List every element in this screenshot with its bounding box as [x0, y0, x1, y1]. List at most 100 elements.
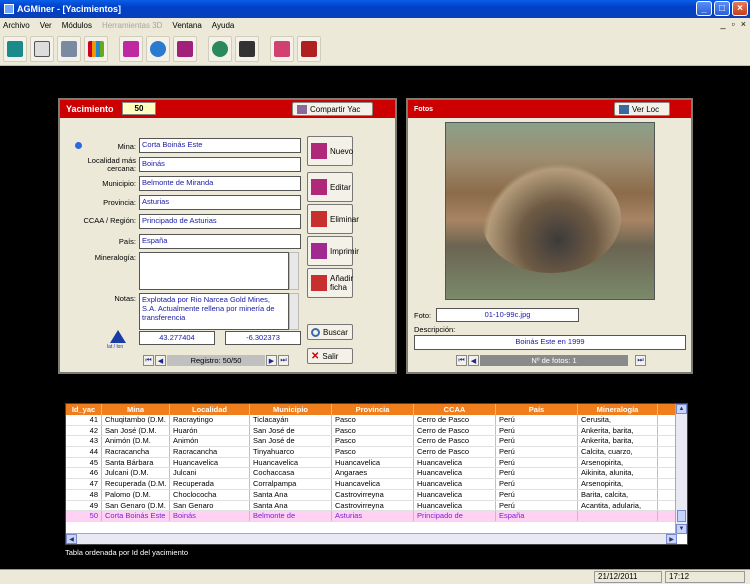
buscar-label: Buscar — [323, 327, 348, 337]
table-row[interactable]: 47 Recuperada (D.M. Recuperada Corralpampa H… — [66, 479, 687, 490]
maximize-button[interactable]: □ — [714, 1, 730, 16]
close-button[interactable]: × — [732, 1, 748, 16]
menu-modulos[interactable]: Módulos — [62, 21, 92, 30]
mineralogia-field[interactable] — [139, 252, 289, 290]
table-horizontal-scrollbar[interactable]: ◀ ▶ — [66, 533, 677, 544]
eliminar-button[interactable]: Eliminar — [307, 204, 359, 234]
bar-chart-icon[interactable] — [84, 35, 108, 62]
table-cell: Recuperada — [170, 479, 250, 489]
foto-field[interactable]: 01-10-99c.jpg — [436, 308, 579, 322]
notas-scrollbar[interactable] — [289, 293, 299, 330]
table-row[interactable]: 50 Corta Boinás Este Boinás Belmonte de Astu… — [66, 511, 687, 522]
stamp-icon[interactable] — [297, 35, 321, 62]
col-provincia[interactable]: Provincia — [332, 404, 414, 415]
table-cell: Boinás — [170, 511, 250, 521]
localidad-field[interactable]: Boinás — [139, 157, 301, 172]
table-cell: Animón — [170, 436, 250, 447]
col-mineralogia[interactable]: Mineralogía — [578, 404, 658, 415]
first-photo-button[interactable]: ⏮ — [456, 355, 467, 366]
table-cell: España — [496, 511, 578, 521]
table-cell: 49 — [66, 500, 102, 511]
table-row[interactable]: 48 Palomo (D.M. Choclococha Santa Ana Castro… — [66, 489, 687, 501]
scroll-up-icon[interactable]: ▲ — [676, 404, 687, 414]
ver-loc-button[interactable]: Ver Loc — [614, 102, 670, 116]
table-row[interactable]: 46 Julcani (D.M. Julcani Cochaccasa Angaraes… — [66, 468, 687, 480]
buscar-button[interactable]: Buscar — [307, 324, 353, 340]
binoculars-icon[interactable] — [235, 35, 259, 62]
book-new-icon — [311, 143, 327, 159]
provincia-label: Provincia: — [103, 198, 136, 207]
pais-field[interactable]: España — [139, 234, 301, 249]
table-row[interactable]: 49 San Genaro (D.M. San Genaro Santa Ana Cas… — [66, 500, 687, 512]
table-footnote: Tabla ordenada por Id del yacimiento — [65, 548, 188, 557]
cube-icon[interactable] — [30, 35, 54, 62]
table-row[interactable]: 41 Chuqitambo (D.M. Racraytingo Ticlacayán P… — [66, 415, 687, 426]
provincia-field[interactable]: Asturias — [139, 195, 301, 210]
anadir-ficha-button[interactable]: Añadir ficha — [307, 268, 353, 298]
nuevo-button[interactable]: Nuevo — [307, 136, 353, 166]
scroll-thumb[interactable] — [677, 510, 686, 522]
table-row[interactable]: 44 Racracancha Racracancha Tinyahuarco Pasco… — [66, 447, 687, 458]
book-icon[interactable] — [119, 35, 143, 62]
share-icon — [297, 104, 307, 114]
ccaa-field[interactable]: Principado de Asturias — [139, 214, 301, 229]
menu-archivo[interactable]: Archivo — [3, 21, 30, 30]
mineralogia-scrollbar[interactable] — [289, 252, 299, 290]
col-municipio[interactable]: Municipio — [250, 404, 332, 415]
latlon-icon — [110, 330, 126, 343]
yacimiento-id-field[interactable]: 50 — [122, 102, 156, 115]
table-cell: Aikinita, alunita, — [578, 468, 658, 479]
headset-icon[interactable] — [208, 35, 232, 62]
first-record-button[interactable]: ⏮ — [143, 355, 154, 366]
menu-ayuda[interactable]: Ayuda — [212, 21, 235, 30]
editar-button[interactable]: Editar — [307, 172, 353, 202]
factory-icon[interactable] — [57, 35, 81, 62]
table-cell: Castrovirreyna — [332, 500, 414, 511]
menu-ventana[interactable]: Ventana — [172, 21, 201, 30]
scroll-left-icon[interactable]: ◀ — [66, 534, 77, 544]
descripcion-field[interactable]: Boinás Este en 1999 — [414, 335, 686, 350]
imprimir-button[interactable]: Imprimir — [307, 236, 359, 266]
mina-field[interactable]: Corta Boinás Este — [139, 138, 301, 153]
latitude-field[interactable]: 43.277404 — [139, 331, 215, 345]
table-row[interactable]: 42 San José (D.M. Huarón San José de Pasco Ce… — [66, 425, 687, 437]
next-record-button[interactable]: ▶ — [266, 355, 277, 366]
salir-button[interactable]: ✕ Salir — [307, 348, 353, 364]
last-photo-button[interactable]: ⏭ — [635, 355, 646, 366]
table-row[interactable]: 45 Santa Bárbara Huancavelica Huancavelica H… — [66, 457, 687, 469]
municipio-field[interactable]: Belmonte de Miranda — [139, 176, 301, 191]
scroll-down-icon[interactable]: ▼ — [676, 524, 687, 534]
prev-photo-button[interactable]: ◀ — [468, 355, 479, 366]
col-localidad[interactable]: Localidad — [170, 404, 250, 415]
col-pais[interactable]: País — [496, 404, 578, 415]
globe-icon[interactable] — [146, 35, 170, 62]
yacimientos-table[interactable]: Id_yac Mina Localidad Municipio Provinci… — [65, 403, 688, 545]
localidad-label: Localidad más cercana: — [87, 156, 136, 173]
minimize-button[interactable]: _ — [696, 1, 712, 16]
col-id-yac[interactable]: Id_yac — [66, 404, 102, 415]
last-record-button[interactable]: ⏭ — [278, 355, 289, 366]
mining-tool-icon[interactable] — [3, 35, 27, 62]
table-cell: Calcita, cuarzo, — [578, 447, 658, 457]
table-row[interactable]: 43 Animón (D.M. Animón San José de Pasco Cerr… — [66, 436, 687, 448]
table-cell: Huancavelica — [414, 468, 496, 479]
table-vertical-scrollbar[interactable]: ▲ ▼ — [675, 404, 687, 534]
document-icon[interactable] — [173, 35, 197, 62]
scroll-right-icon[interactable]: ▶ — [666, 534, 677, 544]
mdi-restore-icon[interactable]: ▫ — [732, 19, 735, 29]
mdi-close-icon[interactable]: × — [741, 19, 746, 29]
table-cell: Cerro de Pasco — [414, 415, 496, 425]
table-header: Id_yac Mina Localidad Municipio Provinci… — [66, 404, 687, 415]
pdf-icon[interactable] — [270, 35, 294, 62]
notas-field[interactable]: Explotada por Rio Narcea Gold Mines, S.A… — [139, 293, 289, 330]
compartir-yac-button[interactable]: Compartir Yac — [292, 102, 373, 116]
col-ccaa[interactable]: CCAA — [414, 404, 496, 415]
col-mina[interactable]: Mina — [102, 404, 170, 415]
menu-ver[interactable]: Ver — [40, 21, 52, 30]
mdi-minimize-icon[interactable]: _ — [721, 19, 726, 29]
yacimiento-title: Yacimiento — [66, 104, 114, 114]
table-cell: Cerro de Pasco — [414, 436, 496, 447]
table-cell: 48 — [66, 489, 102, 500]
prev-record-button[interactable]: ◀ — [155, 355, 166, 366]
longitude-field[interactable]: -6.302373 — [225, 331, 301, 345]
